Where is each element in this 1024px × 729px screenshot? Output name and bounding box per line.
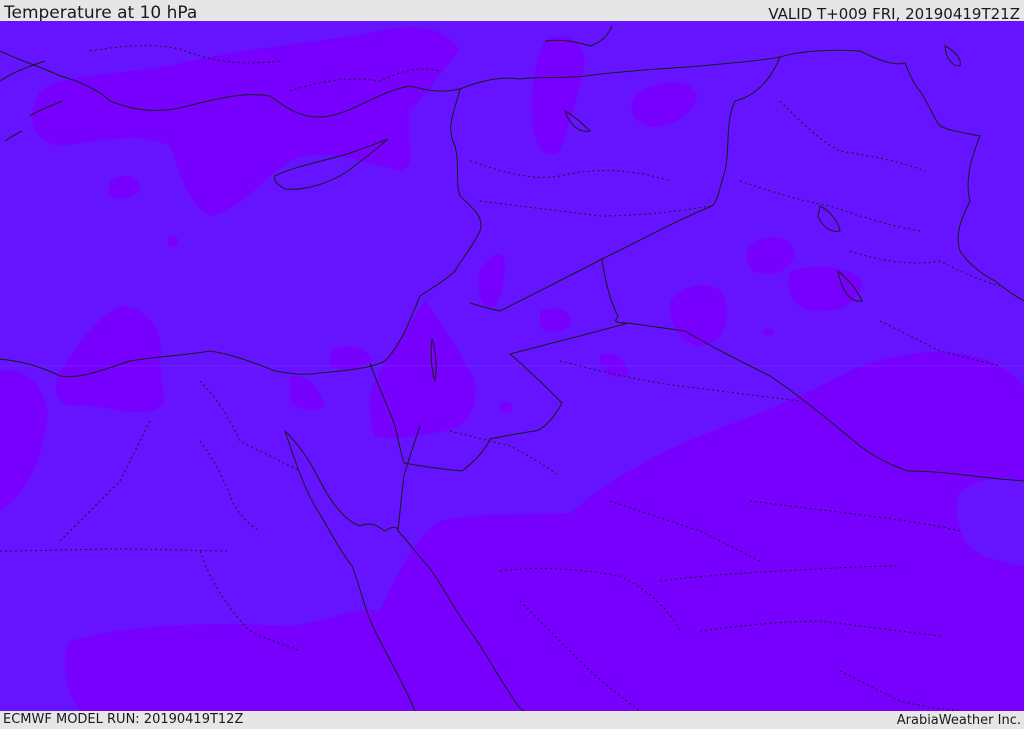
map-canvas[interactable] xyxy=(0,21,1024,711)
header-bar: Temperature at 10 hPa VALID T+009 FRI, 2… xyxy=(0,0,1024,23)
footer-bar: ECMWF MODEL RUN: 20190419T12Z ArabiaWeat… xyxy=(0,711,1024,729)
credit-label: ArabiaWeather Inc. xyxy=(896,713,1021,728)
map-panel[interactable] xyxy=(0,21,1024,711)
model-run-label: ECMWF MODEL RUN: 20190419T12Z xyxy=(3,712,244,727)
map-title: Temperature at 10 hPa xyxy=(4,3,198,23)
